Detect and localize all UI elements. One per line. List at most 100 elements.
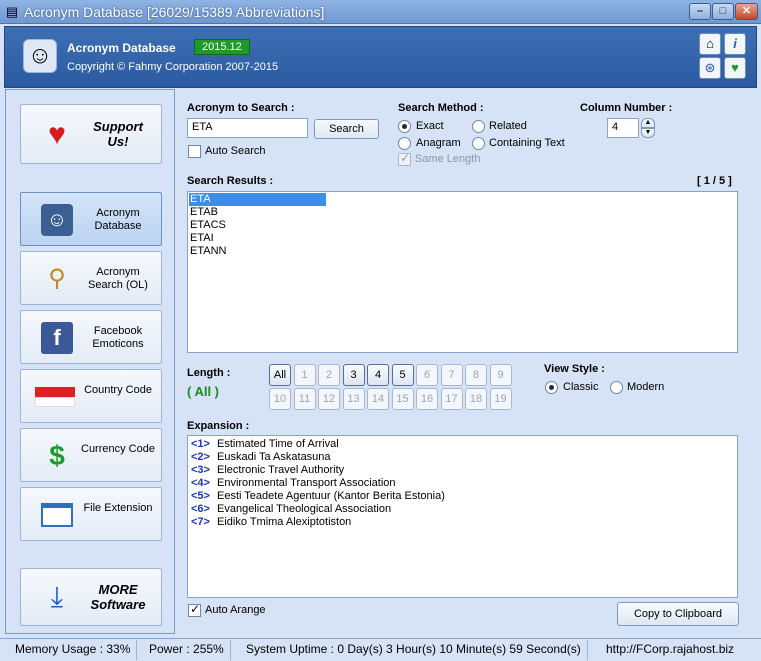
length-button-9[interactable]: 9 [489, 364, 512, 386]
heart-icon: ♥ [48, 118, 66, 151]
expansion-text: Eidiko Tmima Alexiptotiston [217, 516, 352, 528]
magnifier-icon: ⚲ [48, 265, 66, 292]
length-button-11[interactable]: 11 [293, 388, 316, 410]
expansion-row[interactable]: <4> Environmental Transport Association [191, 477, 737, 490]
length-button-17[interactable]: 17 [440, 388, 463, 410]
status-bar: Memory Usage : 33% Power : 255% System U… [0, 638, 761, 661]
acronym-search-input[interactable]: ETA [187, 118, 308, 138]
expansion-row[interactable]: <1> Estimated Time of Arrival [191, 438, 737, 451]
method-related-label: Related [489, 120, 527, 132]
view-style-label: View Style : [544, 363, 605, 375]
sidebar-item-label: Facebook Emoticons [92, 325, 144, 350]
length-button-8[interactable]: 8 [465, 364, 487, 386]
heart-plus-icon[interactable]: ♥ [724, 57, 746, 79]
method-related-radio[interactable] [472, 120, 485, 133]
expansion-number: <4> [191, 477, 210, 489]
column-down-button[interactable]: ▼ [641, 128, 655, 138]
expansion-row[interactable]: <6> Evangelical Theological Association [191, 503, 737, 516]
method-exact-radio[interactable] [398, 120, 411, 133]
result-item[interactable]: ETANN [189, 245, 737, 258]
sidebar: ♥ Support Us! ☺ Acronym Database ⚲ Acron… [5, 89, 175, 634]
length-button-12[interactable]: 12 [318, 388, 340, 410]
length-button-4[interactable]: 4 [367, 364, 389, 386]
length-button-2[interactable]: 2 [318, 364, 340, 386]
close-button[interactable]: ✕ [735, 3, 758, 20]
sidebar-item-country-code[interactable]: Country Code [20, 369, 162, 423]
memory-usage-status: Memory Usage : 33% [9, 640, 138, 660]
search-method-label: Search Method : [398, 102, 484, 114]
download-arrow-icon: ⤓ [50, 581, 64, 612]
uptime-status: System Uptime : 0 Day(s) 3 Hour(s) 10 Mi… [240, 640, 588, 660]
length-button-14[interactable]: 14 [367, 388, 389, 410]
maximize-button[interactable]: □ [712, 3, 734, 20]
home-icon[interactable]: ⌂ [699, 33, 721, 55]
search-results-label: Search Results : [187, 175, 274, 187]
view-modern-radio[interactable] [610, 381, 623, 394]
sidebar-item-currency-code[interactable]: $ Currency Code [20, 428, 162, 482]
auto-arrange-label: Auto Arange [205, 604, 266, 616]
length-button-7[interactable]: 7 [440, 364, 463, 386]
mac-face-icon: ☺ [41, 204, 73, 236]
expansion-number: <5> [191, 490, 210, 502]
expansion-row[interactable]: <2> Euskadi Ta Askatasuna [191, 451, 737, 464]
sidebar-item-facebook-emoticons[interactable]: f Facebook Emoticons [20, 310, 162, 364]
method-containing-radio[interactable] [472, 137, 485, 150]
sidebar-item-acronym-search[interactable]: ⚲ Acronym Search (OL) [20, 251, 162, 305]
length-button-10[interactable]: 10 [269, 388, 291, 410]
result-item[interactable]: ETAI [189, 232, 737, 245]
expansion-text: Estimated Time of Arrival [217, 438, 339, 450]
auto-arrange-checkbox[interactable] [188, 602, 201, 617]
length-button-5[interactable]: 5 [391, 364, 414, 386]
copy-to-clipboard-button[interactable]: Copy to Clipboard [617, 602, 739, 626]
method-exact-label: Exact [416, 120, 444, 132]
auto-search-checkbox[interactable] [188, 145, 201, 158]
more-software-button[interactable]: ⤓ MORE Software [20, 568, 162, 626]
rss-icon[interactable]: ⊛ [699, 57, 721, 79]
expansion-number: <6> [191, 503, 210, 515]
expansion-row[interactable]: <5> Eesti Teadete Agentuur (Kantor Berita… [191, 490, 737, 503]
sidebar-item-acronym-database[interactable]: ☺ Acronym Database [20, 192, 162, 246]
expansion-list[interactable]: <1> Estimated Time of Arrival <2> Euskadi T… [187, 435, 738, 598]
column-number-input[interactable]: 4 [607, 118, 639, 138]
method-anagram-radio[interactable] [398, 137, 411, 150]
sidebar-item-label: Acronym Database [94, 207, 142, 232]
length-current: ( All ) [187, 384, 220, 399]
search-button[interactable]: Search [314, 119, 379, 139]
length-button-16[interactable]: 16 [416, 388, 438, 410]
expansion-number: <3> [191, 464, 210, 476]
info-icon[interactable]: i [724, 33, 746, 55]
expansion-row[interactable]: <3> Electronic Travel Authority [191, 464, 737, 477]
dollar-icon: $ [49, 440, 65, 471]
expansion-text: Eesti Teadete Agentuur (Kantor Berita Es… [217, 490, 445, 502]
length-button-13[interactable]: 13 [342, 388, 365, 410]
length-button-all[interactable]: All [269, 364, 291, 386]
method-anagram-label: Anagram [416, 137, 461, 149]
length-button-15[interactable]: 15 [391, 388, 414, 410]
length-button-1[interactable]: 1 [293, 364, 316, 386]
results-page-indicator: [ 1 / 5 ] [697, 175, 732, 187]
window-title: Acronym Database [26029/15389 Abbreviati… [24, 4, 325, 20]
minimize-button[interactable]: – [689, 3, 711, 20]
search-results-list[interactable]: ETA ETAB ETACS ETAI ETANN [187, 191, 738, 353]
result-item[interactable]: ETAB [189, 206, 737, 219]
same-length-checkbox[interactable] [398, 151, 411, 166]
title-bar: ▤ Acronym Database [26029/15389 Abbrevia… [0, 0, 761, 24]
support-us-button[interactable]: ♥ Support Us! [20, 104, 162, 164]
sidebar-item-file-extension[interactable]: File Extension [20, 487, 162, 541]
length-button-19[interactable]: 19 [489, 388, 512, 410]
result-item[interactable]: ETACS [189, 219, 737, 232]
acronym-search-label: Acronym to Search : [187, 102, 295, 114]
sidebar-item-label: Acronym Search (OL) [88, 266, 148, 291]
expansion-row[interactable]: <7> Eidiko Tmima Alexiptotiston [191, 516, 737, 529]
url-status[interactable]: http://FCorp.rajahost.biz [600, 640, 740, 660]
app-header: ☺ Acronym Database 2015.12 Copyright © F… [4, 26, 757, 88]
result-item[interactable]: ETA [189, 193, 326, 206]
length-button-3[interactable]: 3 [342, 364, 365, 386]
expansion-number: <1> [191, 438, 210, 450]
column-number-label: Column Number : [580, 102, 673, 114]
length-button-6[interactable]: 6 [416, 364, 438, 386]
length-button-18[interactable]: 18 [465, 388, 487, 410]
power-status: Power : 255% [143, 640, 231, 660]
column-up-button[interactable]: ▲ [641, 118, 655, 128]
view-classic-radio[interactable] [545, 381, 558, 394]
